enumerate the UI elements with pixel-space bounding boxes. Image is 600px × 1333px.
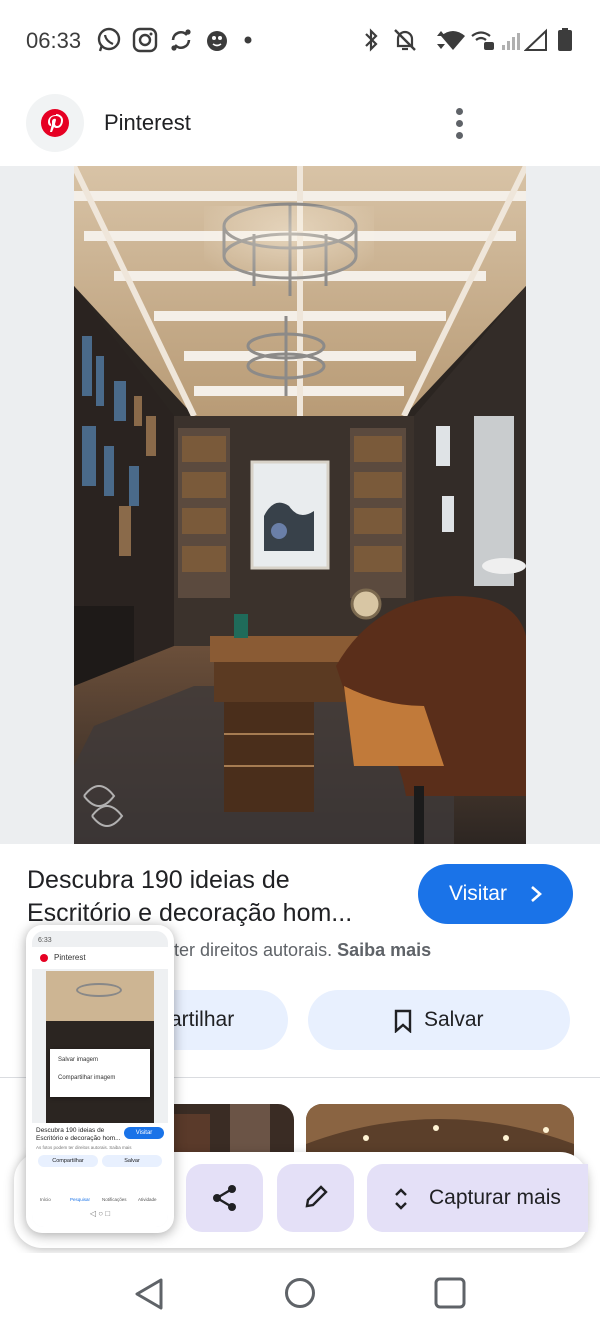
- preview-nav-item: Início: [40, 1197, 51, 1202]
- back-icon[interactable]: [133, 1277, 165, 1311]
- signal-weak-icon: [502, 33, 520, 50]
- learn-more-link[interactable]: Saiba mais: [337, 940, 431, 960]
- pencil-icon: [305, 1185, 328, 1208]
- dot-icon: [244, 36, 252, 44]
- site-name: Pinterest: [104, 110, 191, 135]
- site-header: Pinterest: [0, 80, 600, 166]
- preview-share-button: Compartilhar: [38, 1155, 98, 1167]
- whatsapp-icon: [97, 27, 121, 52]
- bluetooth-icon: [365, 28, 378, 52]
- bug-icon: [207, 31, 227, 51]
- recents-icon[interactable]: [434, 1277, 466, 1309]
- image-viewer: [0, 166, 600, 844]
- signal-empty-icon: [524, 28, 547, 51]
- preview-nav-item: Notificações: [102, 1197, 127, 1202]
- preview-context-menu: Salvar imagem Compartilhar imagem: [50, 1049, 150, 1097]
- wifi-calling-icon: [471, 31, 494, 50]
- preview-nav-item: Pesquisar: [70, 1197, 91, 1202]
- preview-site-name: Pinterest: [54, 953, 86, 962]
- wifi-icon: [441, 31, 465, 50]
- site-logo[interactable]: [26, 94, 84, 152]
- system-navigation-bar: [0, 1253, 600, 1333]
- screenshot-edit-button[interactable]: [277, 1164, 354, 1232]
- chevron-right-icon: [531, 886, 542, 902]
- capture-more-label: Capturar mais: [429, 1186, 561, 1209]
- share-icon: [213, 1185, 236, 1211]
- instagram-icon: [132, 27, 158, 53]
- expand-vertical-icon: [395, 1188, 407, 1210]
- preview-bottom-nav: Início Pesquisar Notificações Atividade: [32, 1189, 168, 1205]
- capture-more-button[interactable]: Capturar mais: [367, 1164, 588, 1232]
- preview-menu-item: Salvar imagem: [58, 1057, 99, 1063]
- preview-header: Pinterest: [32, 947, 168, 969]
- screenshot-preview[interactable]: 6:33 Pinterest Salvar imagem Compartilha…: [26, 925, 174, 1233]
- preview-menu-item: Compartilhar imagem: [58, 1075, 116, 1081]
- save-button-label: Salvar: [424, 1008, 484, 1031]
- preview-office-image: [46, 971, 154, 1123]
- status-time: 06:33: [26, 28, 82, 53]
- screenshot-share-button[interactable]: [186, 1164, 263, 1232]
- visit-button-label: Visitar: [449, 882, 507, 905]
- office-interior-image[interactable]: [74, 166, 526, 844]
- battery-icon: [558, 28, 572, 51]
- copyright-text: ter direitos autorais.: [174, 940, 333, 960]
- result-title-line-1: Descubra 190 ideias de: [27, 866, 290, 894]
- result-title[interactable]: Descubra 190 ideias de Escritório e deco…: [27, 864, 407, 930]
- home-icon[interactable]: [284, 1277, 316, 1309]
- bookmark-icon: [394, 1009, 412, 1033]
- preview-save-button: Salvar: [102, 1155, 162, 1167]
- mute-icon: [394, 29, 416, 51]
- preview-pinterest-icon: [40, 954, 48, 962]
- save-button[interactable]: Salvar: [308, 990, 570, 1050]
- pinterest-logo-icon: [41, 109, 69, 137]
- preview-visit-button: Visitar: [124, 1127, 164, 1139]
- screenshot-thumbnail: 6:33 Pinterest Salvar imagem Compartilha…: [32, 931, 168, 1227]
- preview-title: Descubra 190 ideias de Escritório e deco…: [36, 1127, 121, 1142]
- preview-subtitle: As fotos podem ter direitos autorais. Sa…: [36, 1145, 132, 1150]
- status-bar: 06:33: [0, 0, 600, 80]
- preview-status-time: 6:33: [38, 937, 52, 944]
- preview-details: Descubra 190 ideias de Escritório e deco…: [32, 1123, 168, 1227]
- sync-icon: [171, 29, 191, 51]
- preview-nav-item: Atividade: [138, 1197, 157, 1202]
- preview-system-nav: ◁ ○ □: [89, 1209, 111, 1218]
- visit-button[interactable]: Visitar: [418, 864, 573, 924]
- share-button-label: artilhar: [170, 1008, 235, 1031]
- copyright-notice: ter direitos autorais. Saiba mais: [174, 940, 431, 961]
- more-vert-icon[interactable]: [446, 104, 474, 142]
